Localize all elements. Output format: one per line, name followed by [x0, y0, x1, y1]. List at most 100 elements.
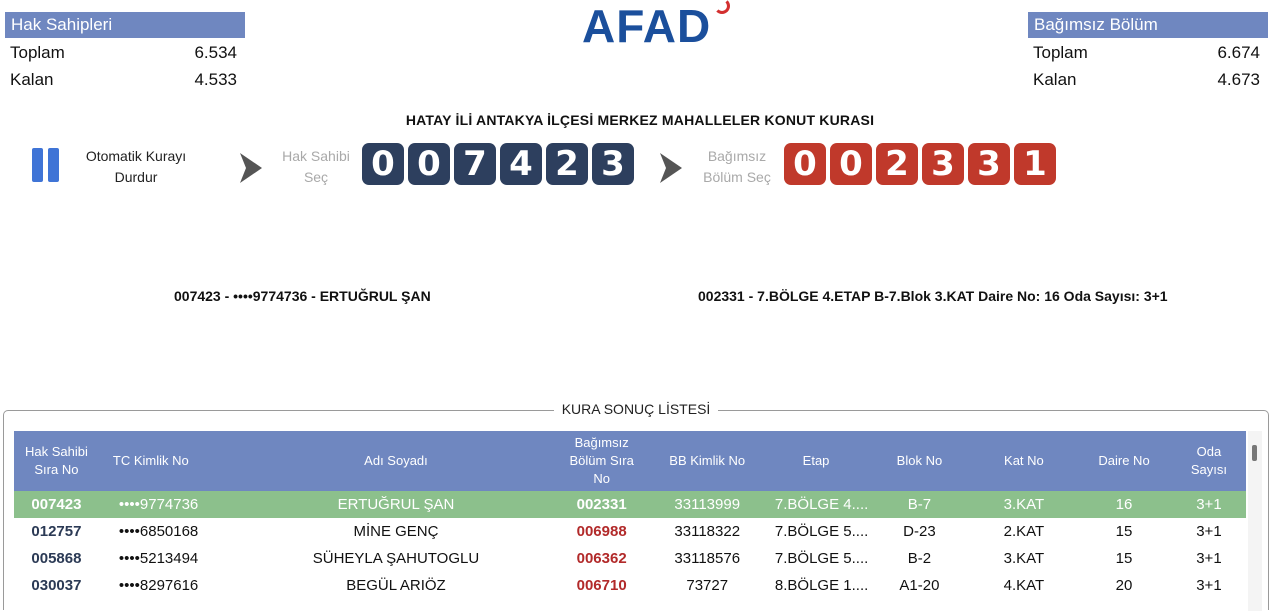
cell-bb: 006710 [576, 577, 627, 594]
cell-bbk: 33118576 [674, 550, 741, 567]
cell-oda: 3+1 [1171, 491, 1246, 518]
cell-blok: A1-20 [899, 577, 940, 594]
hak-sahibi-counter: 0 0 7 4 2 3 [362, 143, 634, 185]
bb-sec-line2: Bölüm Seç [703, 169, 771, 185]
cell-ad: SÜHEYLA ŞAHUTOGLU [312, 550, 480, 567]
table-row[interactable]: 012757 ••••6850168 MİNE GENÇ 006988 3311… [14, 518, 1246, 545]
cell-sira: 007423 [14, 491, 99, 518]
cell-daire: 15 [1115, 523, 1133, 540]
header-line: No [593, 471, 610, 486]
bagimsiz-bolum-kalan: Kalan 4.673 [1028, 65, 1268, 92]
col-header-bb[interactable]: Bağımsız Bölüm Sıra No [553, 431, 650, 491]
counter-digit: 2 [876, 143, 918, 185]
hak-sahibi-sec-line1: Hak Sahibi [282, 148, 350, 164]
stat-value: 6.674 [1217, 43, 1260, 62]
col-header-tc[interactable]: TC Kimlik No [98, 431, 239, 491]
cell-blok: B-7 [867, 491, 972, 518]
hak-sahipleri-kalan: Kalan 4.533 [5, 65, 245, 92]
cell-blok: D-23 [903, 523, 936, 540]
cell-etap: 7.BÖLGE 5.... [774, 523, 868, 540]
col-header-kat[interactable]: Kat No [971, 431, 1077, 491]
counter-digit: 3 [968, 143, 1010, 185]
results-panel: KURA SONUÇ LİSTESİ Hak Sahibi Sıra No TC … [3, 401, 1269, 611]
auto-draw-label-line2: Durdur [114, 169, 158, 185]
cell-bbk: 73727 [686, 577, 729, 594]
bb-sec-line1: Bağımsız [707, 148, 767, 164]
selected-person: 007423 - ••••9774736 - ERTUĞRUL ŞAN [174, 288, 431, 304]
cell-bbk: 33113999 [649, 491, 765, 518]
cell-etap: 8.BÖLGE 1.... [774, 577, 868, 594]
cell-sira: 005868 [31, 550, 82, 567]
col-header-oda[interactable]: Oda Sayısı [1171, 431, 1246, 491]
col-header-etap[interactable]: Etap [764, 431, 868, 491]
scrollbar-thumb[interactable] [1252, 445, 1257, 461]
bagimsiz-bolum-toplam: Toplam 6.674 [1028, 38, 1268, 65]
page-title: HATAY İLİ ANTAKYA İLÇESİ MERKEZ MAHALLEL… [405, 112, 875, 128]
pause-button-icon[interactable] [32, 146, 68, 184]
table-row[interactable]: 005868 ••••5213494 SÜHEYLA ŞAHUTOGLU 006… [14, 545, 1246, 572]
counter-digit: 3 [922, 143, 964, 185]
cell-daire: 20 [1115, 577, 1133, 594]
col-header-ad[interactable]: Adı Soyadı [238, 431, 554, 491]
cell-daire: 15 [1115, 550, 1133, 567]
chevron-right-icon [236, 150, 266, 186]
stat-value: 6.534 [194, 43, 237, 62]
cell-daire: 16 [1076, 491, 1172, 518]
counter-digit: 0 [784, 143, 826, 185]
logo-text: AFAD [582, 0, 712, 52]
cell-etap: 7.BÖLGE 5.... [774, 550, 868, 567]
cell-bb: 002331 [553, 491, 650, 518]
header-line: Sayısı [1190, 462, 1228, 477]
col-header-bbk[interactable]: BB Kimlik No [649, 431, 765, 491]
col-header-blok[interactable]: Blok No [867, 431, 972, 491]
results-table: Hak Sahibi Sıra No TC Kimlik No Adı Soyad… [14, 431, 1246, 599]
cell-kat: 3.KAT [1003, 550, 1045, 567]
chevron-right-icon [656, 150, 686, 186]
hak-sahipleri-title: Hak Sahipleri [5, 12, 245, 38]
cell-bb: 006362 [576, 550, 627, 567]
cell-blok: B-2 [907, 550, 932, 567]
table-row[interactable]: 030037 ••••8297616 BEGÜL ARIÖZ 006710 73… [14, 572, 1246, 599]
col-header-sira[interactable]: Hak Sahibi Sıra No [14, 431, 99, 491]
logo-mark-icon [714, 0, 730, 14]
counter-digit: 2 [546, 143, 588, 185]
cell-bbk: 33118322 [674, 523, 741, 540]
cell-ad: MİNE GENÇ [353, 523, 439, 540]
cell-kat: 3.KAT [971, 491, 1077, 518]
table-header-row: Hak Sahibi Sıra No TC Kimlik No Adı Soyad… [14, 431, 1246, 491]
cell-tc: ••••8297616 [118, 577, 199, 594]
table-row[interactable]: 007423 ••••9774736 ERTUĞRUL ŞAN 002331 3… [14, 491, 1246, 518]
cell-oda: 3+1 [1196, 550, 1222, 567]
cell-tc: ••••5213494 [118, 550, 199, 567]
bagimsiz-bolum-sec-button[interactable]: Bağımsız Bölüm Seç [692, 146, 782, 188]
cell-kat: 2.KAT [1003, 523, 1045, 540]
header-line: Hak Sahibi [25, 444, 88, 459]
results-legend: KURA SONUÇ LİSTESİ [553, 401, 719, 417]
counter-digit: 4 [500, 143, 542, 185]
stat-label: Toplam [1033, 43, 1088, 62]
hak-sahipleri-panel: Hak Sahipleri Toplam 6.534 Kalan 4.533 [5, 12, 245, 92]
header-line: Sıra No [34, 462, 79, 477]
counter-digit: 3 [592, 143, 634, 185]
counter-digit: 0 [408, 143, 450, 185]
hak-sahibi-sec-button[interactable]: Hak Sahibi Seç [272, 146, 360, 188]
hak-sahipleri-toplam: Toplam 6.534 [5, 38, 245, 65]
counter-digit: 0 [830, 143, 872, 185]
header-line: Bölüm Sıra [569, 453, 634, 468]
table-scrollbar[interactable] [1248, 431, 1262, 611]
selected-unit: 002331 - 7.BÖLGE 4.ETAP B-7.Blok 3.KAT D… [698, 288, 1168, 304]
col-header-daire[interactable]: Daire No [1076, 431, 1172, 491]
stat-label: Toplam [10, 43, 65, 62]
cell-sira: 030037 [31, 577, 82, 594]
afad-logo: AFAD [582, 0, 732, 52]
bagimsiz-bolum-title: Bağımsız Bölüm [1028, 12, 1268, 38]
cell-ad: BEGÜL ARIÖZ [346, 577, 446, 594]
cell-kat: 4.KAT [1003, 577, 1045, 594]
auto-draw-stop-button[interactable]: Otomatik Kurayı Durdur [74, 146, 198, 188]
stat-value: 4.533 [194, 70, 237, 89]
stat-label: Kalan [1033, 70, 1077, 89]
cell-oda: 3+1 [1196, 577, 1222, 594]
counter-digit: 7 [454, 143, 496, 185]
stat-label: Kalan [10, 70, 54, 89]
bagimsiz-bolum-panel: Bağımsız Bölüm Toplam 6.674 Kalan 4.673 [1028, 12, 1268, 92]
